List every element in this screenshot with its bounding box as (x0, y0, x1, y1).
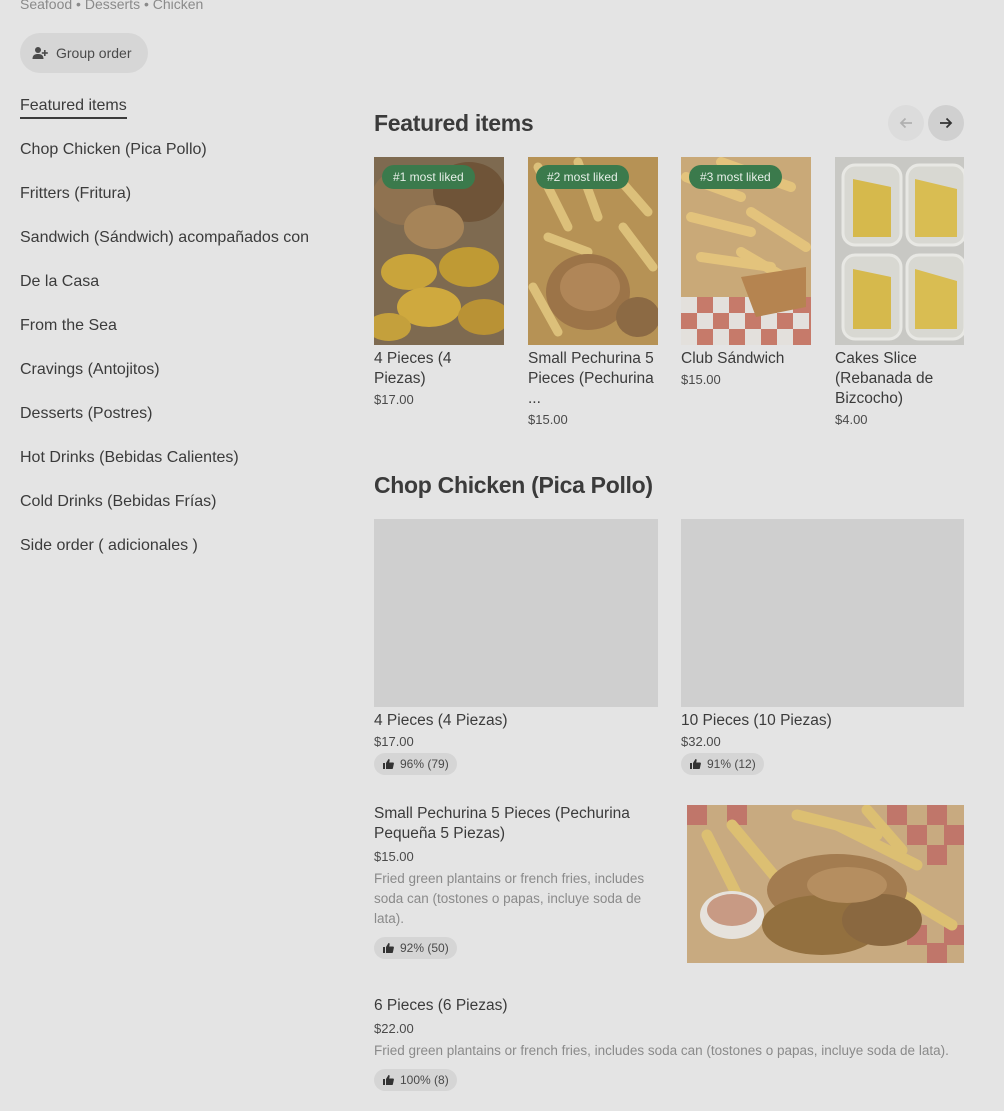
item-price: $15.00 (681, 372, 721, 387)
featured-card[interactable]: Cakes Slice (Rebanada de Bizcocho) $4.00 (835, 157, 964, 427)
item-price: $17.00 (374, 392, 414, 407)
nav-item-fritters[interactable]: Fritters (Fritura) (20, 184, 350, 228)
rating-text: 96% (79) (400, 757, 449, 771)
most-liked-badge: #2 most liked (536, 165, 629, 189)
rating-text: 100% (8) (400, 1073, 449, 1087)
nav-item-featured[interactable]: Featured items (20, 96, 350, 140)
breadcrumb: Seafood • Desserts • Chicken (20, 0, 204, 12)
item-name: 6 Pieces (6 Piezas) (374, 997, 508, 1014)
most-liked-badge: #3 most liked (689, 165, 782, 189)
arrow-right-icon (940, 117, 953, 129)
featured-card[interactable]: #1 most liked 4 Pieces (4 Piezas) $17.00 (374, 157, 504, 407)
item-name: 4 Pieces (4 Piezas) (374, 350, 452, 387)
item-description: Fried green plantains or french fries, i… (374, 1043, 949, 1058)
carousel-prev-button[interactable] (888, 105, 924, 141)
rating-badge: 92% (50) (374, 937, 457, 959)
carousel-next-button[interactable] (928, 105, 964, 141)
thumbs-up-icon (383, 943, 394, 953)
chop-chicken-title: Chop Chicken (Pica Pollo) (374, 472, 653, 498)
rating-text: 92% (50) (400, 941, 449, 955)
food-image[interactable] (687, 805, 964, 963)
menu-item-row[interactable]: Small Pechurina 5 Pieces (Pechurina Pequ… (374, 804, 674, 959)
featured-card[interactable]: #2 most liked Small Pechurina 5 Pieces (… (528, 157, 658, 427)
item-price: $4.00 (835, 412, 868, 427)
item-name: 4 Pieces (4 Piezas) (374, 712, 508, 729)
food-image: #3 most liked (681, 157, 811, 345)
rating-badge: 100% (8) (374, 1069, 457, 1091)
group-order-label: Group order (56, 45, 132, 61)
arrow-left-icon (899, 117, 912, 129)
nav-item-sandwich[interactable]: Sandwich (Sándwich) acompañados con (20, 228, 350, 272)
nav-item-desserts[interactable]: Desserts (Postres) (20, 404, 350, 448)
featured-title: Featured items (374, 110, 534, 136)
nav-item-hot-drinks[interactable]: Hot Drinks (Bebidas Calientes) (20, 448, 350, 492)
item-name: Club Sándwich (681, 350, 785, 367)
nav-item-cold-drinks[interactable]: Cold Drinks (Bebidas Frías) (20, 492, 350, 536)
food-image (835, 157, 964, 345)
featured-card[interactable]: #3 most liked Club Sándwich $15.00 (681, 157, 811, 387)
nav-item-from-the-sea[interactable]: From the Sea (20, 316, 350, 360)
item-price: $15.00 (374, 849, 414, 864)
category-nav: Featured items Chop Chicken (Pica Pollo)… (20, 96, 350, 580)
nav-item-de-la-casa[interactable]: De la Casa (20, 272, 350, 316)
rating-badge: 96% (79) (374, 753, 457, 775)
most-liked-badge: #1 most liked (382, 165, 475, 189)
menu-item-card[interactable]: 10 Pieces (10 Piezas) $32.00 91% (12) (681, 519, 964, 775)
item-name: 10 Pieces (10 Piezas) (681, 712, 832, 729)
food-image: #1 most liked (374, 157, 504, 345)
add-person-icon (32, 47, 48, 59)
rating-badge: 91% (12) (681, 753, 764, 775)
food-image: #2 most liked (528, 157, 658, 345)
image-placeholder (681, 519, 964, 707)
nav-item-chop-chicken[interactable]: Chop Chicken (Pica Pollo) (20, 140, 350, 184)
menu-item-row[interactable]: 6 Pieces (6 Piezas) $22.00 Fried green p… (374, 996, 964, 1091)
thumbs-up-icon (690, 759, 701, 769)
item-name: Cakes Slice (Rebanada de Bizcocho) (835, 350, 934, 407)
nav-item-side-order[interactable]: Side order ( adicionales ) (20, 536, 350, 580)
image-placeholder (374, 519, 658, 707)
item-price: $22.00 (374, 1021, 414, 1036)
thumbs-up-icon (383, 1075, 394, 1085)
menu-item-card[interactable]: 4 Pieces (4 Piezas) $17.00 96% (79) (374, 519, 658, 775)
item-price: $32.00 (681, 734, 721, 749)
featured-carousel: #1 most liked 4 Pieces (4 Piezas) $17.00… (374, 157, 964, 447)
item-description: Fried green plantains or french fries, i… (374, 871, 645, 926)
rating-text: 91% (12) (707, 757, 756, 771)
item-price: $17.00 (374, 734, 414, 749)
nav-item-cravings[interactable]: Cravings (Antojitos) (20, 360, 350, 404)
thumbs-up-icon (383, 759, 394, 769)
group-order-button[interactable]: Group order (20, 33, 149, 73)
item-price: $15.00 (528, 412, 568, 427)
item-name: Small Pechurina 5 Pieces (Pechurina ... (528, 350, 654, 407)
item-name: Small Pechurina 5 Pieces (Pechurina Pequ… (374, 805, 630, 842)
